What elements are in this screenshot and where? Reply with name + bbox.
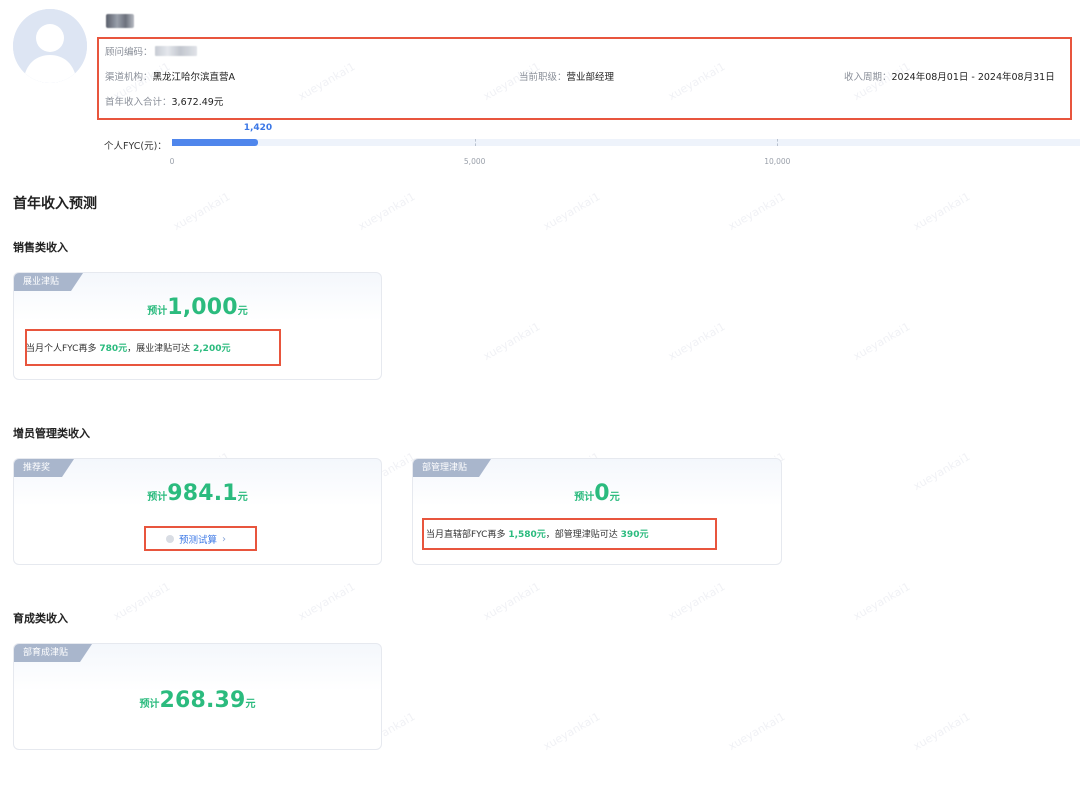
section-title-sales: 销售类收入 xyxy=(13,241,68,254)
advisor-code-label: 顾问编码： xyxy=(105,47,153,58)
fyc-gridline xyxy=(474,139,476,146)
user-avatar-icon xyxy=(13,9,87,83)
watermark-text: xueyankai1 xyxy=(296,580,358,623)
watermark-text: xueyankai1 xyxy=(171,190,233,233)
rank-label: 当前职级： xyxy=(519,72,567,83)
advisor-code-blurred xyxy=(154,46,197,56)
watermark-text: xueyankai1 xyxy=(666,580,728,623)
predicted-amount: 预计268.39元 xyxy=(14,688,381,713)
predict-prefix: 预计 xyxy=(139,699,160,710)
advisor-code-row: 顾问编码： xyxy=(105,44,197,58)
user-name-blurred xyxy=(106,14,134,28)
watermark-text: xueyankai1 xyxy=(911,190,973,233)
link-highlight xyxy=(144,526,257,551)
watermark-text: xueyankai1 xyxy=(851,580,913,623)
hint-highlight xyxy=(25,329,281,366)
period-row: 收入周期： 2024年08月01日 - 2024年08月31日 xyxy=(844,69,1055,83)
fyc-tick-label: 0 xyxy=(169,157,175,166)
predict-prefix: 预计 xyxy=(574,492,595,503)
fyc-gridline xyxy=(777,139,779,146)
predict-unit: 元 xyxy=(245,699,256,710)
fyc-label: 个人FYC(元)： xyxy=(104,141,167,152)
card-tag: 展业津贴 xyxy=(14,273,83,291)
predict-prefix: 预计 xyxy=(147,492,168,503)
predicted-amount: 预计0元 xyxy=(413,481,781,506)
watermark-text: xueyankai1 xyxy=(666,320,728,363)
predict-unit: 元 xyxy=(609,492,620,503)
channel-value: 黑龙江哈尔滨直营A xyxy=(152,72,236,83)
predict-prefix: 预计 xyxy=(147,306,168,317)
watermark-text: xueyankai1 xyxy=(481,580,543,623)
card-tag: 推荐奖 xyxy=(14,459,74,477)
watermark-text: xueyankai1 xyxy=(356,190,418,233)
predicted-amount: 预计984.1元 xyxy=(14,481,381,506)
predict-number: 1,000 xyxy=(167,295,238,320)
period-value: 2024年08月01日 - 2024年08月31日 xyxy=(891,72,1055,83)
fyc-tick-label: 5,000 xyxy=(463,157,486,166)
total-income-row: 首年收入合计： 3,672.49元 xyxy=(105,94,223,108)
predicted-amount: 预计1,000元 xyxy=(14,295,381,320)
total-income-label: 首年收入合计： xyxy=(105,97,172,108)
predict-number: 0 xyxy=(594,481,610,506)
watermark-text: xueyankai1 xyxy=(111,580,173,623)
watermark-text: xueyankai1 xyxy=(541,190,603,233)
watermark-text: xueyankai1 xyxy=(851,320,913,363)
fyc-progress-fill xyxy=(172,139,258,146)
hint-highlight xyxy=(422,518,717,550)
section-title-cultivate: 育成类收入 xyxy=(13,612,68,625)
fyc-progress-value: 1,420 xyxy=(243,123,273,133)
watermark-text: xueyankai1 xyxy=(481,320,543,363)
fyc-tick-label: 10,000 xyxy=(764,157,791,166)
page-title: 首年收入预测 xyxy=(13,196,97,212)
watermark-text: xueyankai1 xyxy=(726,710,788,753)
predict-number: 268.39 xyxy=(159,688,246,713)
channel-row: 渠道机构： 黑龙江哈尔滨直营A xyxy=(105,69,235,83)
predict-number: 984.1 xyxy=(167,481,238,506)
card-dept-cultivation-allowance: 部育成津贴 预计268.39元 xyxy=(13,643,382,750)
fyc-progress-track xyxy=(172,139,1080,146)
watermark-text: xueyankai1 xyxy=(911,710,973,753)
watermark-text: xueyankai1 xyxy=(726,190,788,233)
period-label: 收入周期： xyxy=(844,72,892,83)
channel-label: 渠道机构： xyxy=(105,72,153,83)
predict-unit: 元 xyxy=(237,306,248,317)
rank-value: 营业部经理 xyxy=(566,72,615,83)
predict-unit: 元 xyxy=(237,492,248,503)
watermark-text: xueyankai1 xyxy=(911,450,973,493)
card-tag: 部育成津贴 xyxy=(14,644,92,662)
card-tag: 部管理津贴 xyxy=(413,459,491,477)
rank-row: 当前职级： 营业部经理 xyxy=(519,69,614,83)
section-title-recruit: 增员管理类收入 xyxy=(13,427,90,440)
watermark-text: xueyankai1 xyxy=(541,710,603,753)
total-income-value: 3,672.49元 xyxy=(171,97,224,108)
